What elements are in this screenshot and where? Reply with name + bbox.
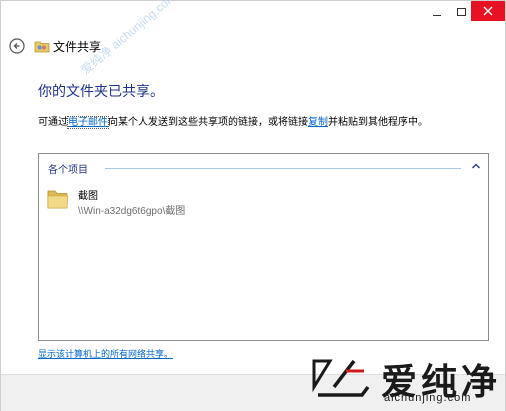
show-all-shares-link[interactable]: 显示该计算机上的所有网络共享。 <box>38 347 173 360</box>
folder-icon <box>47 186 69 210</box>
email-link[interactable]: 电子邮件 <box>67 116 109 129</box>
maximize-icon <box>456 8 466 16</box>
desc-suffix: 并粘贴到其他程序中。 <box>328 117 428 128</box>
minimize-icon <box>433 14 441 16</box>
collapse-group-button[interactable] <box>471 161 481 171</box>
back-button[interactable] <box>9 38 25 54</box>
minimize-button[interactable] <box>426 1 448 23</box>
navigation-bar: 文件共享 <box>1 31 505 61</box>
desc-middle: 向某个人发送到这些共享项的链接，或将链接 <box>108 117 308 128</box>
watermark-url: aichunjing.com <box>384 392 472 404</box>
close-button[interactable] <box>471 1 505 21</box>
share-description: 可通过电子邮件向某个人发送到这些共享项的链接，或将链接复制并粘贴到其他程序中。 <box>38 113 428 129</box>
close-icon <box>483 6 493 16</box>
copy-link[interactable]: 复制 <box>308 117 328 128</box>
file-sharing-icon <box>34 38 50 54</box>
title-bar <box>1 1 505 29</box>
group-header-label: 各个项目 <box>48 165 88 176</box>
group-divider <box>105 168 461 169</box>
item-path: \\Win-a32dg6t6gpo\截图 <box>78 206 186 217</box>
item-name: 截图 <box>78 191 98 202</box>
page-title: 你的文件夹已共享。 <box>38 83 164 99</box>
file-sharing-window: 文件共享 你的文件夹已共享。 可通过电子邮件向某个人发送到这些共享项的链接，或将… <box>0 0 506 411</box>
watermark-logo-icon <box>310 353 372 403</box>
desc-prefix: 可通过 <box>38 117 68 128</box>
back-arrow-icon <box>9 38 25 54</box>
shared-items-panel: 各个项目 截图 \\Win-a32dg6t6gpo\截图 <box>38 153 489 341</box>
list-item[interactable]: 截图 \\Win-a32dg6t6gpo\截图 <box>47 184 247 218</box>
maximize-button[interactable] <box>450 1 472 23</box>
chevron-up-icon <box>472 163 480 169</box>
